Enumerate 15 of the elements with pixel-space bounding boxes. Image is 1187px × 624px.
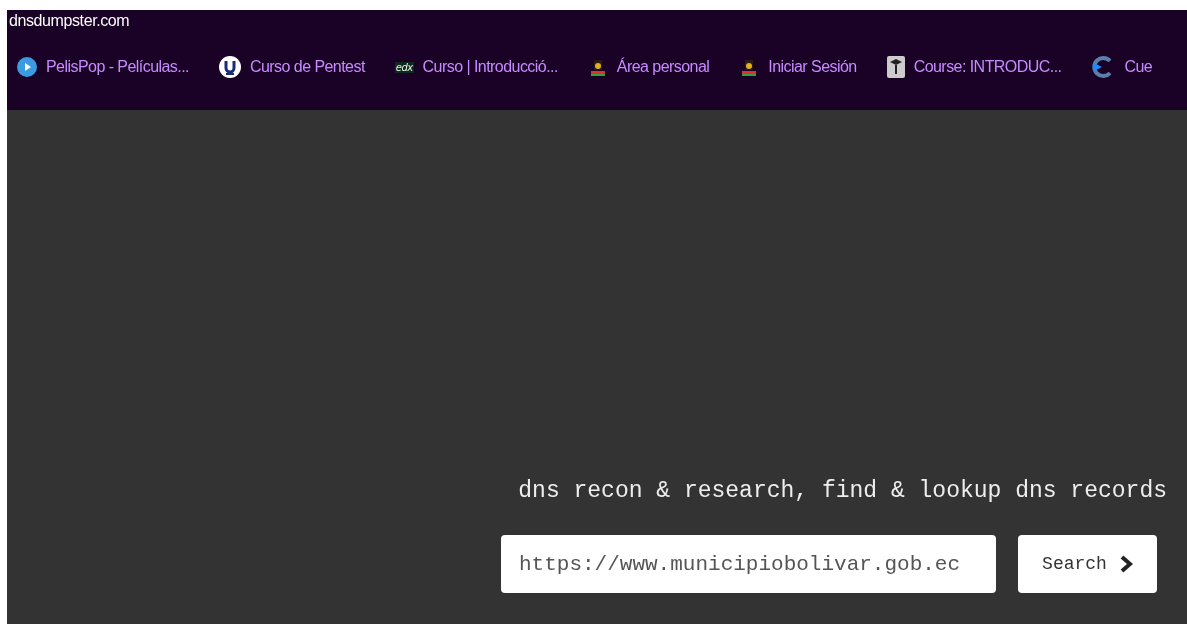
edx-icon: edx bbox=[394, 61, 414, 73]
bookmark-link[interactable]: Course: INTRODUC... bbox=[886, 56, 1062, 78]
bookmark-link[interactable]: PelisPop - Películas... bbox=[17, 57, 189, 77]
play-icon bbox=[17, 57, 37, 77]
page-title: dnsdumpster.com bbox=[8, 11, 131, 31]
bookmark-link[interactable]: Curso de Pentest bbox=[219, 56, 365, 78]
domain-input-field[interactable]: https://www.municipiobolivar.gob.ec bbox=[501, 535, 996, 593]
bookmark-link[interactable]: Área personal bbox=[587, 57, 710, 77]
tagline: dns recon & research, find & lookup dns records bbox=[518, 478, 1167, 504]
bookmark-link[interactable]: edx Curso | Introducció... bbox=[394, 58, 558, 76]
bookmark-link[interactable]: Iniciar Sesión bbox=[739, 57, 857, 77]
u-letter-icon bbox=[219, 56, 241, 78]
chevron-icon bbox=[1118, 555, 1133, 573]
search-button[interactable]: Search bbox=[1018, 535, 1157, 593]
bookmark-link[interactable]: Cue bbox=[1091, 55, 1153, 79]
